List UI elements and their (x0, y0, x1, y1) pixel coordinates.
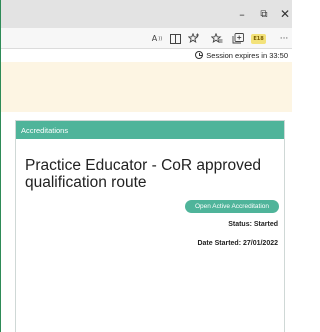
add-favorite-icon[interactable] (186, 31, 202, 46)
session-timer: Session expires in 33:50 (195, 49, 288, 61)
card-header: Accreditations (16, 121, 284, 139)
info-banner (1, 62, 292, 112)
accreditations-card: Accreditations Practice Educator - CoR a… (15, 120, 285, 332)
star-list-svg (211, 33, 223, 44)
clock-icon (195, 51, 204, 59)
read-aloud-glyph: A (151, 34, 158, 43)
date-started-text: Date Started: 27/01/2022 (197, 240, 278, 247)
title-bar: – ⧉ ✕ (1, 0, 292, 28)
collections-icon[interactable] (230, 31, 246, 46)
session-text: Session expires in 33:50 (206, 50, 288, 60)
browser-toolbar: A)) E18 ··· (1, 28, 292, 49)
session-bar: Session expires in 33:50 (1, 49, 292, 62)
immersive-reader-svg (169, 33, 181, 44)
accreditation-title: Practice Educator - CoR approved qualifi… (25, 157, 262, 191)
extension-icon[interactable]: E18 (251, 34, 266, 44)
browser-window: – ⧉ ✕ A)) E18 ··· Session expires in 33:… (0, 0, 292, 332)
favorites-icon[interactable] (209, 31, 225, 46)
open-active-accreditation-button[interactable]: Open Active Accreditation (185, 200, 279, 213)
collections-svg (232, 33, 244, 44)
minimize-button[interactable]: – (230, 0, 254, 28)
immersive-reader-icon[interactable] (167, 31, 183, 46)
status-text: Status: Started (228, 221, 278, 228)
close-button[interactable]: ✕ (273, 0, 297, 28)
more-icon[interactable]: ··· (276, 31, 292, 46)
read-aloud-icon[interactable]: A)) (149, 31, 165, 46)
star-plus-svg (188, 33, 199, 44)
